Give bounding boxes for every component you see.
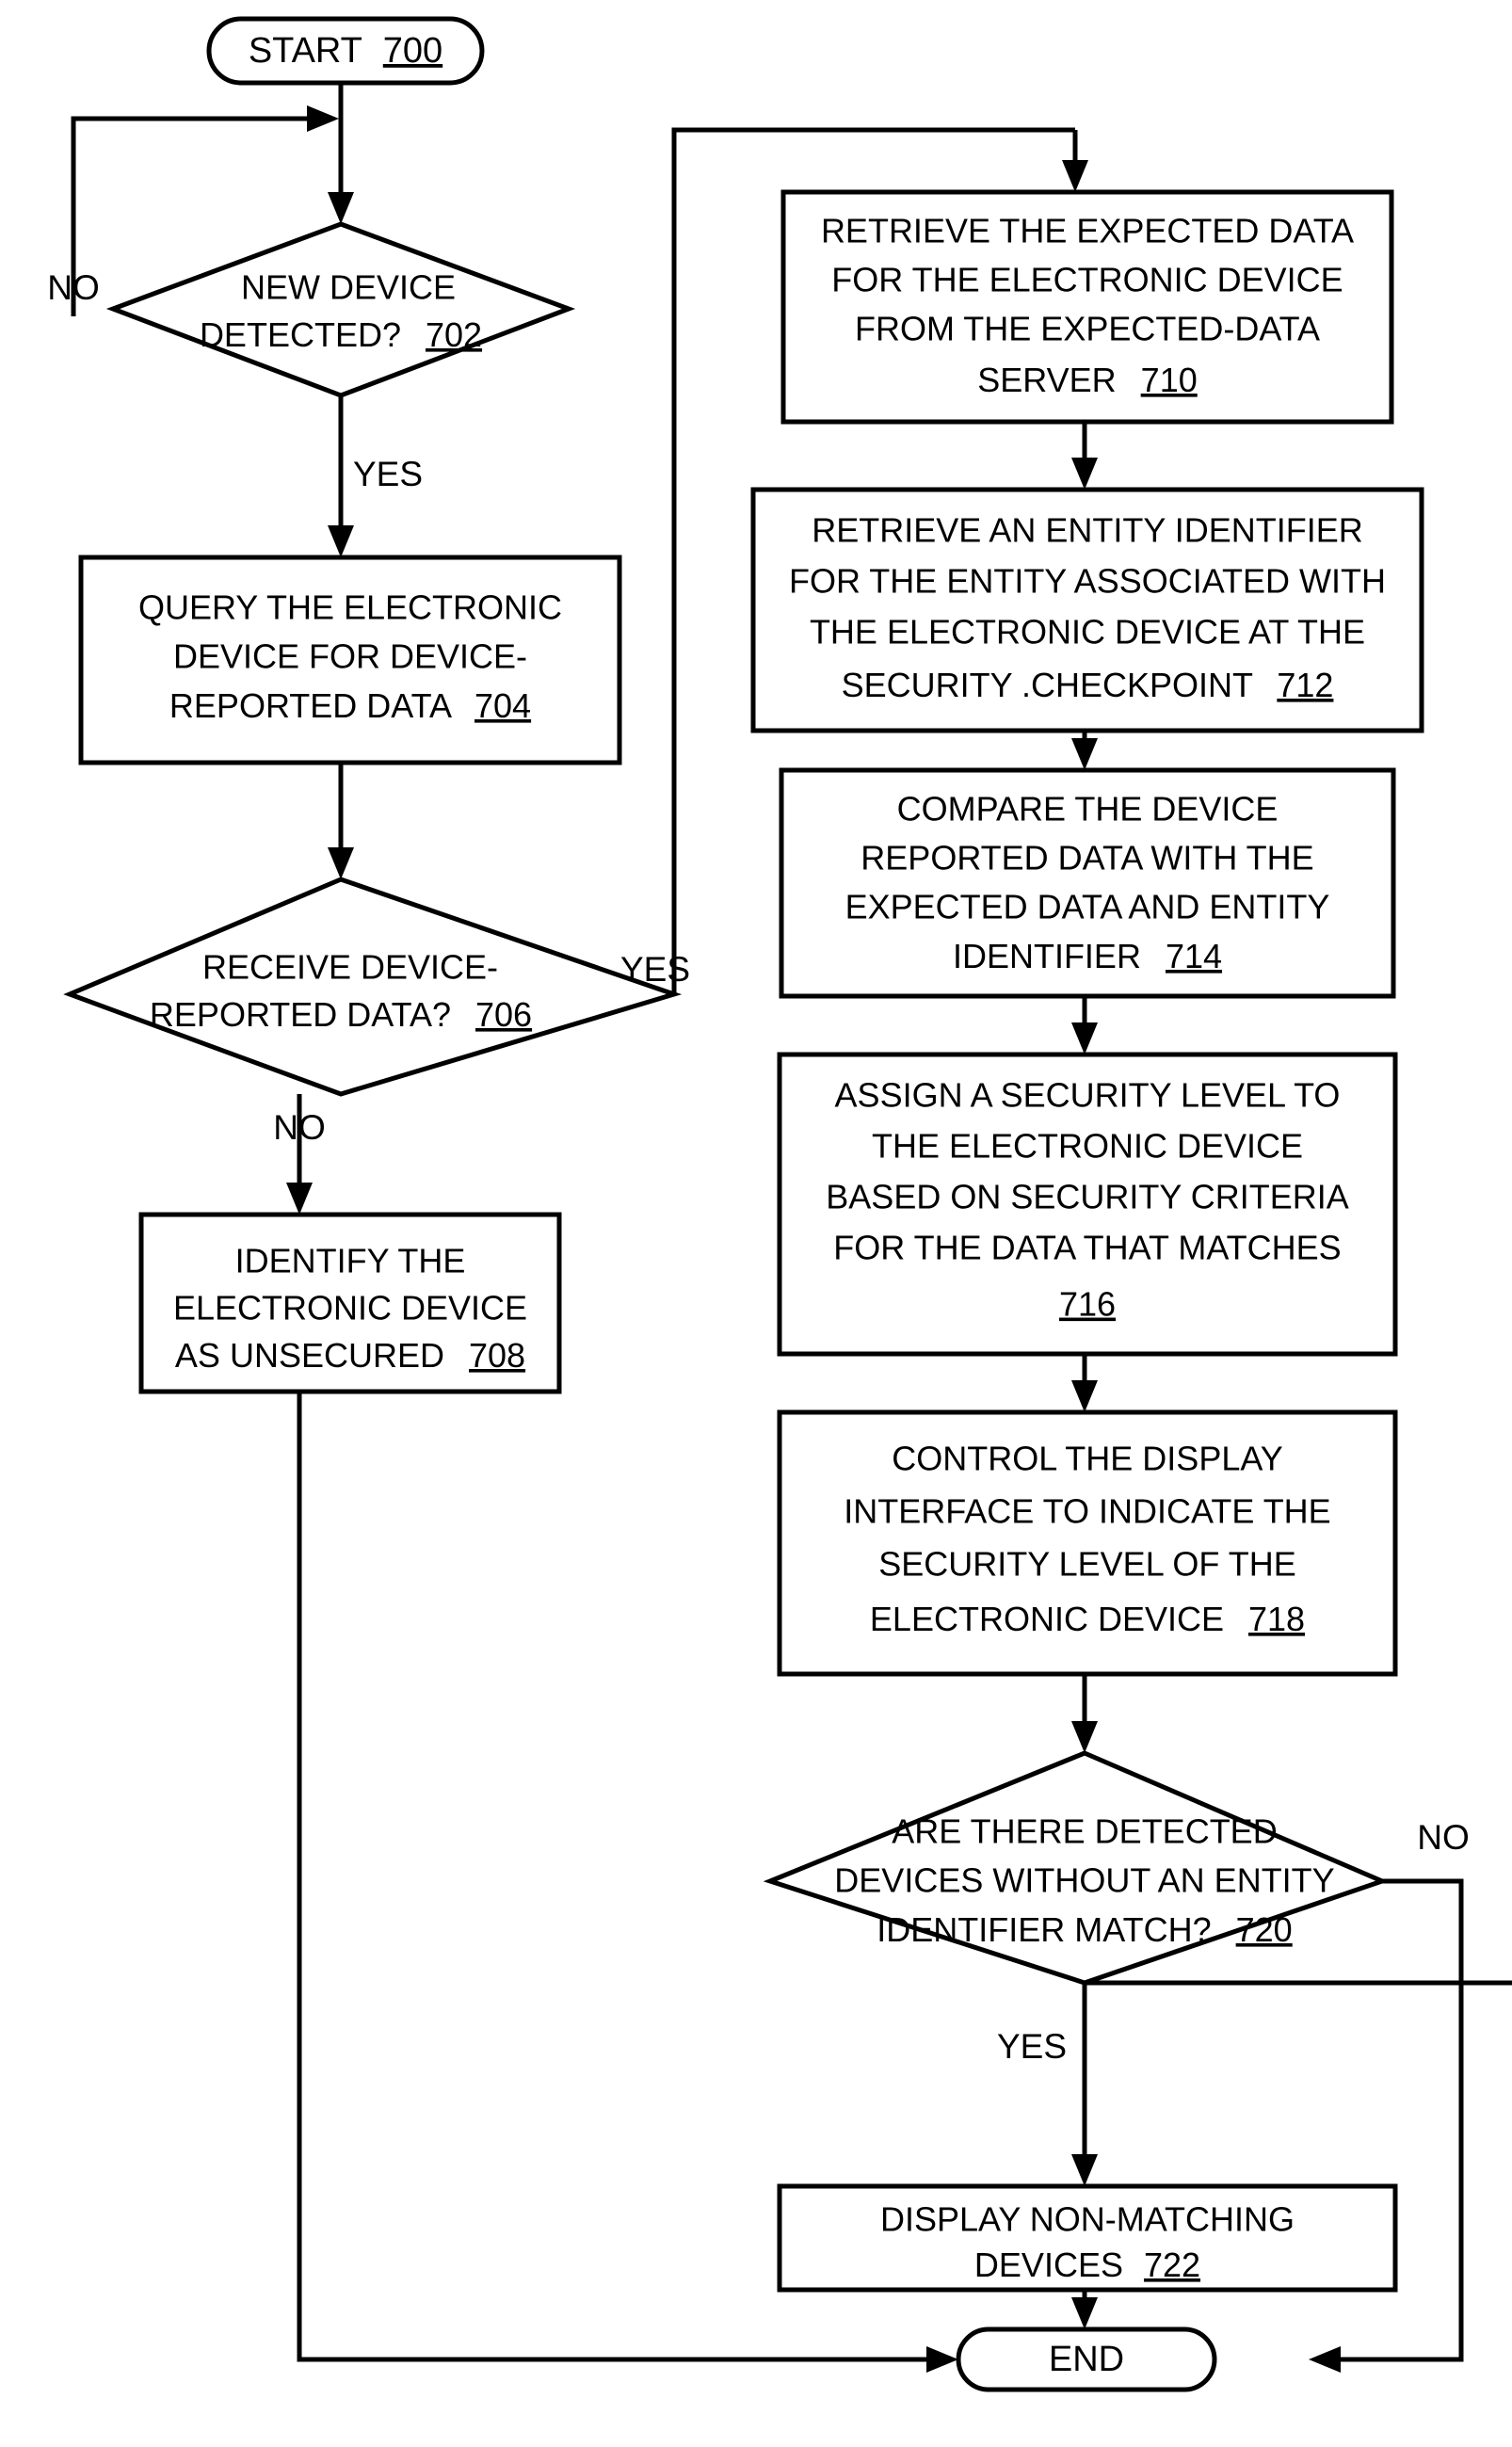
decision-702-line2: DETECTED? [200,315,401,354]
svg-text:AS UNSECURED 708: AS UNSECURED 708 [175,1336,525,1375]
flowchart-diagram: START 700 NEW DEVICE DETECTED? 702 NO YE… [47,16,1512,2392]
box-718-ref: 718 [1248,1600,1305,1638]
decision-706-line1: RECEIVE DEVICE- [202,948,498,987]
box-714-ref: 714 [1166,937,1222,975]
label-720-no: NO [1417,1818,1470,1857]
svg-text:DETECTED? 702: DETECTED? 702 [200,315,482,354]
box-708-ref: 708 [469,1336,525,1375]
box-710-line4: SERVER [977,361,1116,399]
box-712-line1: RETRIEVE AN ENTITY IDENTIFIER [812,511,1362,550]
box-704-line3: REPORTED DATA [169,686,452,725]
svg-text:START 700: START 700 [249,31,442,71]
box-716-line2: THE ELECTRONIC DEVICE [872,1127,1303,1166]
decision-720-ref: 720 [1236,1910,1293,1949]
flowchart-canvas: START 700 NEW DEVICE DETECTED? 702 NO YE… [0,0,1512,2447]
box-712-line3: THE ELECTRONIC DEVICE AT THE [810,613,1365,652]
box-718-line1: CONTROL THE DISPLAY [892,1440,1282,1478]
connector-start-to-702 [328,82,354,224]
decision-720-line2: DEVICES WITHOUT AN ENTITY [834,1861,1334,1900]
box-718-line2: INTERFACE TO INDICATE THE [844,1492,1330,1531]
box-714-line1: COMPARE THE DEVICE [897,790,1279,829]
connector-720-yes-to-722 [1071,1980,1512,2186]
box-722-line2: DEVICES [974,2246,1123,2284]
connector-702-yes-to-704 [328,395,354,557]
connector-716-to-718 [1071,1354,1098,1412]
box-722-ref: 722 [1144,2246,1200,2284]
box-712-line2: FOR THE ENTITY ASSOCIATED WITH [789,562,1386,601]
box-712-ref: 712 [1277,666,1333,704]
box-704-line1: QUERY THE ELECTRONIC [138,588,562,627]
box-708-line3: AS UNSECURED [175,1336,444,1375]
svg-text:DEVICES 722: DEVICES 722 [974,2246,1200,2284]
box-710-line3: FROM THE EXPECTED-DATA [855,310,1320,348]
node-process-714[interactable]: COMPARE THE DEVICE REPORTED DATA WITH TH… [779,767,1396,999]
node-decision-702[interactable]: NEW DEVICE DETECTED? 702 [105,221,576,398]
box-714-line4: IDENTIFIER [953,937,1141,975]
box-704-line2: DEVICE FOR DEVICE- [173,637,527,676]
node-process-708[interactable]: IDENTIFY THE ELECTRONIC DEVICE AS UNSECU… [138,1212,562,1394]
box-714-line2: REPORTED DATA WITH THE [861,839,1313,877]
node-process-718[interactable]: CONTROL THE DISPLAY INTERFACE TO INDICAT… [777,1409,1398,1677]
connector-712-to-714 [1071,731,1098,770]
box-710-line1: RETRIEVE THE EXPECTED DATA [821,212,1354,250]
decision-720-line1: ARE THERE DETECTED [892,1812,1277,1851]
box-722-line1: DISPLAY NON-MATCHING [880,2200,1295,2239]
svg-text:SERVER 710: SERVER 710 [977,361,1198,399]
box-716-line4: FOR THE DATA THAT MATCHES [833,1229,1341,1267]
label-706-yes: YES [620,950,690,989]
connector-718-to-720 [1071,1674,1098,1753]
connector-720-no-to-end [1309,1878,1464,2373]
box-710-line2: FOR THE ELECTRONIC DEVICE [831,261,1343,299]
box-716-line3: BASED ON SECURITY CRITERIA [826,1178,1348,1216]
label-702-no: NO [47,268,100,307]
node-decision-706[interactable]: RECEIVE DEVICE- REPORTED DATA? 706 [63,877,683,1097]
decision-702-line1: NEW DEVICE [241,268,456,307]
svg-text:SECURITY .CHECKPOINT 712: SECURITY .CHECKPOINT 712 [842,666,1334,704]
connector-722-to-end [1071,2290,1098,2329]
decision-720-line3: IDENTIFIER MATCH? [877,1910,1211,1949]
label-720-yes: YES [997,2027,1067,2066]
box-714-line3: EXPECTED DATA AND ENTITY [845,888,1330,926]
start-ref: 700 [383,31,442,71]
node-process-704[interactable]: QUERY THE ELECTRONIC DEVICE FOR DEVICE- … [78,555,622,765]
decision-706-ref: 706 [475,995,532,1034]
svg-text:REPORTED DATA? 706: REPORTED DATA? 706 [150,995,532,1034]
label-702-yes: YES [353,455,423,493]
box-710-ref: 710 [1141,361,1198,399]
decision-702-ref: 702 [426,315,482,354]
box-704-ref: 704 [475,686,531,725]
box-718-line3: SECURITY LEVEL OF THE [878,1545,1295,1584]
box-718-line4: ELECTRONIC DEVICE [870,1600,1224,1638]
label-706-no: NO [273,1108,326,1147]
node-decision-720[interactable]: ARE THERE DETECTED DEVICES WITHOUT AN EN… [763,1750,1389,1986]
start-label: START [249,31,362,71]
connector-714-to-716 [1071,996,1098,1054]
connector-710-to-712 [1071,422,1098,490]
box-708-line2: ELECTRONIC DEVICE [173,1289,527,1328]
node-start[interactable]: START 700 [206,16,485,86]
svg-text:IDENTIFIER 714: IDENTIFIER 714 [953,937,1222,975]
node-process-712[interactable]: RETRIEVE AN ENTITY IDENTIFIER FOR THE EN… [750,487,1424,733]
box-708-line1: IDENTIFY THE [235,1242,466,1280]
node-process-722[interactable]: DISPLAY NON-MATCHING DEVICES 722 [777,2183,1398,2293]
box-712-line4: SECURITY .CHECKPOINT [842,666,1253,704]
connector-704-to-706 [328,763,354,879]
end-label: END [1049,2340,1124,2379]
node-process-710[interactable]: RETRIEVE THE EXPECTED DATA FOR THE ELECT… [780,189,1394,425]
svg-text:REPORTED DATA 704: REPORTED DATA 704 [169,686,531,725]
node-end[interactable]: END [956,2326,1217,2392]
node-process-716[interactable]: ASSIGN A SECURITY LEVEL TO THE ELECTRONI… [777,1052,1398,1357]
box-716-line1: ASSIGN A SECURITY LEVEL TO [835,1076,1341,1115]
decision-706-line2: REPORTED DATA? [150,995,451,1034]
box-716-ref: 716 [1059,1285,1116,1324]
